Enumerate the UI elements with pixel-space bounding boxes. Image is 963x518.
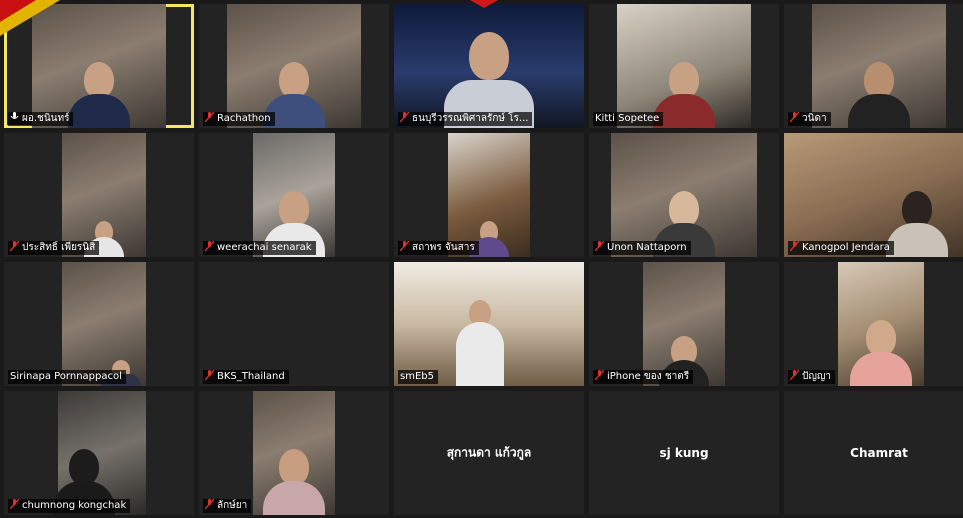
participant-figure [68, 58, 130, 128]
participant-figure [886, 187, 948, 257]
mic-muted-icon [790, 370, 799, 380]
participant-name: BKS_Thailand [217, 371, 285, 382]
participant-name: iPhone ของ ชาตรี [607, 371, 690, 382]
video-gallery: ผอ.ชนินทร์ Rachathon ธนบุรีวรรณพิศาลรักษ… [0, 0, 963, 518]
participant-tile[interactable]: Kanogpol Jendara [784, 133, 963, 257]
participant-video [394, 4, 584, 128]
participant-video [394, 262, 584, 386]
participant-figure [848, 58, 910, 128]
participant-name: Kanogpol Jendara [802, 242, 890, 253]
participant-tile[interactable]: Unon Nattaporn [589, 133, 779, 257]
participant-name-tag: ธนบุรีวรรณพิศาลรักษ์ โร... [398, 112, 533, 126]
participant-tile[interactable]: Sirinapa Pornnappacol [4, 262, 194, 386]
mic-muted-icon [205, 241, 214, 251]
participant-name-tag: Rachathon [203, 112, 275, 126]
participant-name: ประสิทธิ์ เพียรนิสิ [22, 242, 96, 253]
participant-name-tag: วนิดา [788, 112, 831, 126]
mic-muted-icon [10, 241, 19, 251]
mic-muted-icon [205, 370, 214, 380]
corner-flag-decoration [0, 0, 36, 22]
participant-video [448, 133, 530, 257]
mic-icon [10, 112, 19, 119]
participant-video [62, 133, 146, 257]
participant-name-tag: ลักษ์ยา [203, 499, 252, 513]
participant-video [253, 133, 335, 257]
participant-name: weerachai senarak [217, 242, 312, 253]
participant-name: Sirinapa Pornnappacol [10, 371, 122, 382]
participant-video [611, 133, 757, 257]
participant-name: ลักษ์ยา [217, 500, 248, 511]
participant-tile[interactable]: chumnong kongchak [4, 391, 194, 515]
participant-tile[interactable]: sj kung [589, 391, 779, 515]
participant-name-tag: Kitti Sopetee [593, 112, 664, 126]
participant-tile[interactable]: BKS_Thailand [199, 262, 389, 386]
participant-video [53, 391, 146, 515]
participant-figure [263, 445, 325, 515]
participant-name-tag: BKS_Thailand [203, 370, 289, 384]
participant-tile[interactable]: สุกานดา แก้วกูล [394, 391, 584, 515]
participant-video [62, 262, 146, 386]
mic-muted-icon [205, 112, 214, 122]
participant-name-tag: สถาพร จันสาร [398, 241, 479, 255]
participant-name-tag: smEb5 [398, 370, 438, 384]
participant-tile[interactable]: ลักษ์ยา [199, 391, 389, 515]
participant-tile[interactable]: Rachathon [199, 4, 389, 128]
participant-name-tag: Unon Nattaporn [593, 241, 691, 255]
participant-name: Unon Nattaporn [607, 242, 687, 253]
participant-name-tag: Kanogpol Jendara [788, 241, 894, 255]
participant-tile[interactable]: Kitti Sopetee [589, 4, 779, 128]
participant-name-tag: chumnong kongchak [8, 499, 131, 513]
participant-name: smEb5 [400, 371, 434, 382]
top-marker-decoration [470, 0, 498, 8]
participant-name: วนิดา [802, 113, 827, 124]
participant-name: ปัญญา [802, 371, 832, 382]
mic-muted-icon [790, 241, 799, 251]
participant-tile[interactable]: ธนบุรีวรรณพิศาลรักษ์ โร... [394, 4, 584, 128]
mic-muted-icon [400, 241, 409, 251]
participant-video [227, 4, 361, 128]
participant-name: sj kung [659, 446, 709, 460]
mic-muted-icon [790, 112, 799, 122]
participant-video [643, 262, 725, 386]
participant-tile[interactable]: ประสิทธิ์ เพียรนิสิ [4, 133, 194, 257]
participant-tile[interactable]: smEb5 [394, 262, 584, 386]
mic-muted-icon [205, 499, 214, 509]
participant-tile[interactable]: วนิดา [784, 4, 963, 128]
mic-muted-icon [595, 370, 604, 380]
participant-name-tag: ผอ.ชนินทร์ [8, 112, 74, 126]
participant-name-tag: Sirinapa Pornnappacol [8, 370, 126, 384]
participant-video [784, 133, 963, 257]
participant-name: Kitti Sopetee [595, 113, 660, 124]
participant-name: สถาพร จันสาร [412, 242, 475, 253]
participant-tile[interactable]: weerachai senarak [199, 133, 389, 257]
participant-video [253, 391, 335, 515]
mic-muted-icon [10, 499, 19, 509]
participant-name: Chamrat [850, 446, 908, 460]
participant-video [812, 4, 946, 128]
participant-tile[interactable]: Chamrat [784, 391, 963, 515]
participant-name: Rachathon [217, 113, 271, 124]
mic-muted-icon [400, 112, 409, 122]
participant-name: chumnong kongchak [22, 500, 127, 511]
participant-figure [850, 316, 912, 386]
mic-muted-icon [595, 241, 604, 251]
participant-video [617, 4, 751, 128]
participant-name: ผอ.ชนินทร์ [22, 113, 70, 124]
participant-name-tag: ปัญญา [788, 370, 836, 384]
participant-video [838, 262, 924, 386]
participant-name-tag: iPhone ของ ชาตรี [593, 370, 694, 384]
participant-name-tag: ประสิทธิ์ เพียรนิสิ [8, 241, 100, 255]
participant-tile[interactable]: สถาพร จันสาร [394, 133, 584, 257]
participant-name-tag: weerachai senarak [203, 241, 316, 255]
participant-figure [455, 296, 504, 386]
participant-tile[interactable]: ปัญญา [784, 262, 963, 386]
participant-tile[interactable]: iPhone ของ ชาตรี [589, 262, 779, 386]
participant-name: ธนบุรีวรรณพิศาลรักษ์ โร... [412, 113, 529, 124]
participant-name: สุกานดา แก้วกูล [446, 445, 532, 460]
